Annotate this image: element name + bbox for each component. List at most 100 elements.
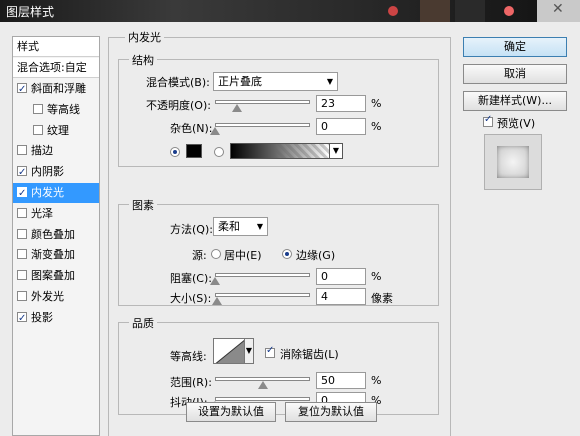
style-list-item[interactable]: 内发光 — [13, 183, 99, 204]
style-checkbox[interactable] — [33, 124, 43, 135]
preview-checkbox[interactable] — [483, 114, 493, 127]
style-list-item[interactable]: 渐变叠加 — [13, 245, 99, 265]
quality-title: 品质 — [129, 315, 157, 331]
panel-title: 内发光 — [125, 29, 164, 45]
contour-picker[interactable] — [213, 338, 245, 364]
blend-mode-value: 正片叠底 — [218, 75, 262, 88]
percent-sign: % — [371, 120, 382, 133]
choke-slider-thumb[interactable] — [210, 277, 220, 285]
opacity-slider-track[interactable] — [215, 100, 310, 104]
glow-gradient-picker[interactable] — [230, 143, 330, 159]
style-list-item-label: 内发光 — [31, 186, 64, 199]
choke-input[interactable]: 0 — [316, 268, 366, 285]
percent-sign: % — [371, 270, 382, 283]
dialog-body: 样式 混合选项:自定 斜面和浮雕等高线纹理描边内阴影内发光光泽颜色叠加渐变叠加图… — [0, 22, 580, 436]
style-checkbox[interactable] — [17, 80, 27, 100]
opacity-slider-thumb[interactable] — [231, 104, 242, 112]
technique-value: 柔和 — [218, 220, 240, 233]
opacity-label: 不透明度(O): — [146, 99, 211, 112]
style-list-item[interactable]: 颜色叠加 — [13, 225, 99, 245]
style-checkbox[interactable] — [17, 309, 27, 329]
antialias-label[interactable]: 消除锯齿(L) — [280, 346, 339, 362]
contour-label: 等高线: — [170, 350, 207, 363]
chevron-down-icon: ▼ — [326, 77, 333, 86]
range-slider-thumb[interactable] — [257, 381, 268, 389]
contour-curve-icon — [215, 339, 244, 363]
style-list-item-label: 内阴影 — [31, 165, 64, 179]
style-list-item-label: 光泽 — [31, 206, 53, 220]
style-list-item[interactable]: 等高线 — [13, 100, 99, 120]
noise-input[interactable]: 0 — [316, 118, 366, 135]
style-list-item-label: 渐变叠加 — [31, 248, 75, 262]
choke-slider-track[interactable] — [215, 273, 310, 277]
style-list-item-label: 图案叠加 — [31, 269, 75, 283]
style-list-item-label: 外发光 — [31, 290, 64, 303]
style-list-item[interactable]: 描边 — [13, 141, 99, 161]
quality-group: 品质 — [118, 315, 439, 415]
size-slider-thumb[interactable] — [211, 297, 222, 305]
style-checkbox[interactable] — [17, 163, 27, 183]
new-style-button[interactable]: 新建样式(W)... — [463, 91, 567, 111]
size-slider-track[interactable] — [215, 293, 310, 297]
preview-swatch — [497, 146, 529, 178]
style-list-item[interactable]: 内阴影 — [13, 162, 99, 183]
chevron-down-icon[interactable]: ▼ — [244, 338, 254, 364]
source-edge-radio[interactable] — [282, 249, 292, 259]
style-list-item[interactable]: 投影 — [13, 308, 99, 329]
style-list-item-label: 颜色叠加 — [31, 227, 75, 241]
close-icon: ✕ — [552, 1, 564, 17]
percent-sign: % — [371, 97, 382, 110]
title-bar: 图层样式 ✕ — [0, 0, 580, 22]
antialias-checkbox[interactable] — [265, 345, 275, 358]
style-list-item-label: 投影 — [31, 310, 53, 324]
style-checkbox[interactable] — [17, 207, 27, 218]
source-center-label[interactable]: 居中(E) — [224, 247, 262, 263]
blend-options-item[interactable]: 混合选项:自定 — [13, 58, 99, 78]
style-list-item-label: 纹理 — [47, 123, 69, 137]
chevron-down-icon[interactable]: ▼ — [329, 143, 343, 159]
style-checkbox[interactable] — [17, 184, 27, 204]
technique-label: 方法(Q): — [170, 223, 213, 236]
glow-color-swatch[interactable] — [186, 144, 202, 158]
jitter-slider-track[interactable] — [215, 397, 310, 401]
cancel-button[interactable]: 取消 — [463, 64, 567, 84]
style-checkbox[interactable] — [17, 291, 27, 301]
style-checkbox[interactable] — [17, 270, 27, 281]
style-list-item[interactable]: 光泽 — [13, 204, 99, 224]
style-list-item-label: 斜面和浮雕 — [31, 82, 86, 95]
source-center-radio[interactable] — [211, 249, 221, 259]
range-input[interactable]: 50 — [316, 372, 366, 389]
noise-label: 杂色(N): — [170, 122, 213, 135]
size-label: 大小(S): — [170, 292, 212, 305]
make-default-button[interactable]: 设置为默认值 — [186, 402, 276, 422]
gradient-radio[interactable] — [214, 147, 224, 157]
style-checkbox[interactable] — [17, 249, 27, 260]
size-input[interactable]: 4 — [316, 288, 366, 305]
window-title: 图层样式 — [6, 5, 55, 19]
style-checkbox[interactable] — [17, 145, 27, 156]
blend-mode-label: 混合模式(B): — [146, 76, 210, 89]
style-checkbox[interactable] — [17, 228, 27, 239]
style-list-item-label: 等高线 — [47, 102, 80, 116]
style-list-item[interactable]: 斜面和浮雕 — [13, 79, 99, 100]
style-checkbox[interactable] — [33, 103, 43, 114]
color-radio[interactable] — [170, 147, 180, 157]
source-edge-label[interactable]: 边缘(G) — [296, 247, 335, 263]
technique-select[interactable]: 柔和 ▼ — [213, 217, 268, 236]
ok-button[interactable]: 确定 — [463, 37, 567, 57]
percent-sign: % — [371, 374, 382, 387]
blend-mode-select[interactable]: 正片叠底 ▼ — [213, 72, 338, 91]
noise-slider-thumb[interactable] — [210, 127, 220, 135]
opacity-input[interactable]: 23 — [316, 95, 366, 112]
style-list-header[interactable]: 样式 — [13, 37, 99, 57]
reset-default-button[interactable]: 复位为默认值 — [285, 402, 377, 422]
chevron-down-icon: ▼ — [256, 222, 263, 231]
style-list-item[interactable]: 外发光 — [13, 287, 99, 307]
preview-label[interactable]: 预览(V) — [497, 115, 535, 131]
style-list-item[interactable]: 图案叠加 — [13, 266, 99, 286]
close-button[interactable]: ✕ — [537, 0, 580, 22]
structure-title: 结构 — [129, 52, 157, 68]
style-preview — [484, 134, 542, 190]
style-list-item[interactable]: 纹理 — [13, 121, 99, 141]
noise-slider-track[interactable] — [215, 123, 310, 127]
